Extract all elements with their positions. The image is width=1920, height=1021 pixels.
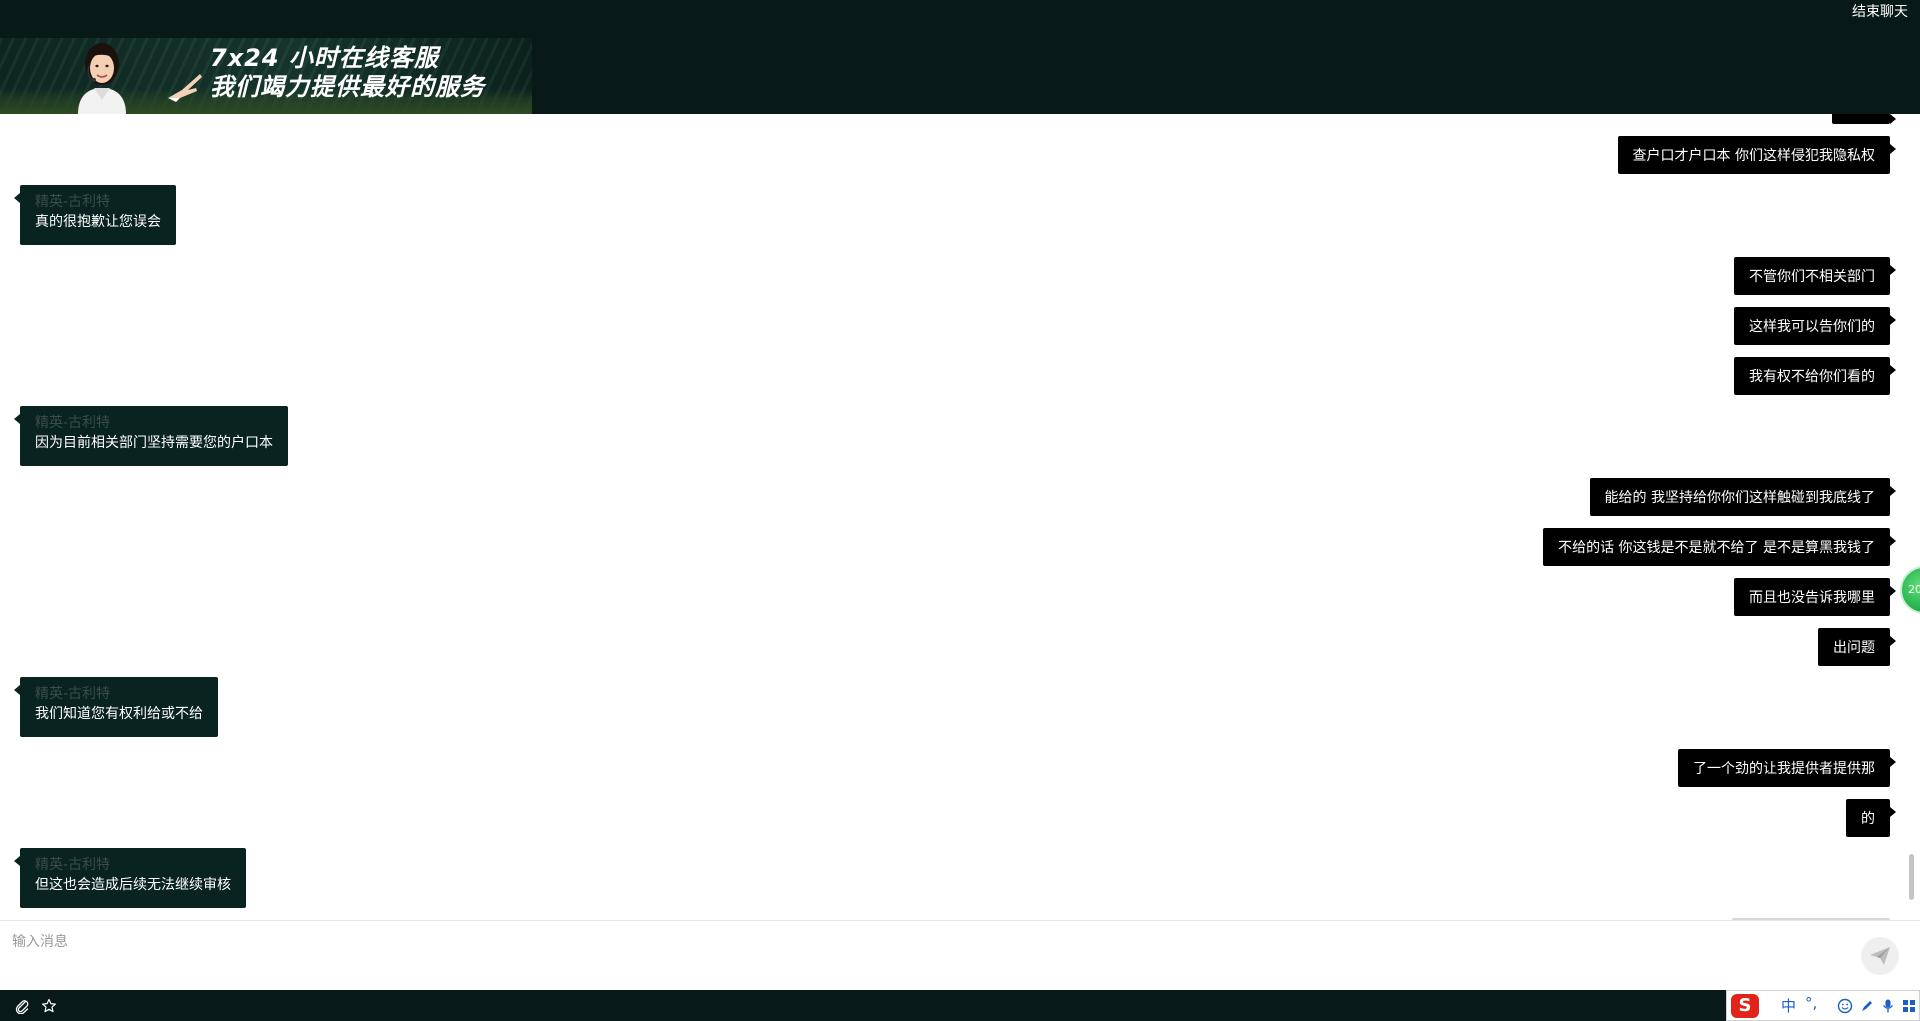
user-message-bubble: 我有权不给你们看的 bbox=[1734, 357, 1896, 395]
user-message-bubble: 不给的话 你这钱是不是就不给了 是不是算黑我钱了 bbox=[1543, 528, 1896, 566]
agent-message-bubble: 精英-古利特 真的很抱歉让您误会 bbox=[14, 185, 176, 245]
chat-scrollbar-thumb[interactable] bbox=[1909, 854, 1914, 900]
unread-count-badge[interactable]: 20 bbox=[1900, 566, 1920, 614]
chat-message-list[interactable]: 查户口才户口本 你们这样侵犯我隐私权 精英-古利特 真的很抱歉让您误会 不管你们… bbox=[0, 114, 1920, 921]
message-input[interactable] bbox=[10, 931, 1840, 953]
ime-mode-toggle[interactable]: 中 bbox=[1781, 997, 1796, 1015]
chat-message: 我有权不给你们看的 bbox=[1734, 357, 1896, 395]
agent-name: 精英-古利特 bbox=[35, 194, 111, 210]
ime-punct-toggle[interactable]: °, bbox=[1805, 994, 1817, 1012]
ime-toolbar[interactable]: S 中 °, bbox=[1726, 990, 1920, 1021]
skin-brush-icon[interactable] bbox=[1859, 998, 1875, 1014]
bottom-toolbar bbox=[0, 990, 1920, 1021]
chat-message: 精英-古利特 真的很抱歉让您误会 bbox=[14, 185, 176, 245]
banner-title: 7x24 小时在线客服 bbox=[210, 44, 439, 72]
chat-message: 能给的 我坚持给你你们这样触碰到我底线了 bbox=[1589, 478, 1897, 516]
chat-message: 查户口才户口本 你们这样侵犯我隐私权 bbox=[1617, 136, 1897, 174]
chat-message: 出问题 bbox=[1818, 628, 1896, 666]
chat-message: 了一个劲的让我提供者提供那 bbox=[1678, 749, 1896, 787]
send-plane-icon bbox=[1870, 947, 1890, 965]
user-message-bubble: 的 bbox=[1846, 799, 1896, 837]
agent-message-text: 我们知道您有权利给或不给 bbox=[35, 706, 203, 722]
agent-name: 精英-古利特 bbox=[35, 686, 111, 702]
microphone-icon[interactable] bbox=[1880, 998, 1896, 1014]
user-message-bubble: 不管你们不相关部门 bbox=[1734, 257, 1896, 295]
chat-header: 7x24 小时在线客服 我们竭力提供最好的服务 结束聊天 bbox=[0, 0, 1920, 114]
agent-avatar bbox=[78, 43, 126, 114]
message-composer bbox=[0, 920, 1920, 990]
paperclip-icon[interactable] bbox=[14, 998, 30, 1014]
chat-message: 的 bbox=[1846, 799, 1896, 837]
agent-name: 精英-古利特 bbox=[35, 857, 111, 873]
chat-message: 精英-古利特 因为目前相关部门坚持需要您的户口本 bbox=[14, 406, 288, 466]
emoji-icon[interactable] bbox=[1837, 998, 1853, 1014]
end-chat-button[interactable]: 结束聊天 bbox=[1852, 3, 1908, 21]
user-message-bubble: 这样我可以告你们的 bbox=[1734, 307, 1896, 345]
banner-subtitle: 我们竭力提供最好的服务 bbox=[210, 73, 485, 101]
agent-message-bubble: 精英-古利特 我们知道您有权利给或不给 bbox=[14, 677, 218, 737]
chat-message: 不给的话 你这钱是不是就不给了 是不是算黑我钱了 bbox=[1543, 528, 1896, 566]
agent-message-bubble: 精英-古利特 但这也会造成后续无法继续审核 bbox=[14, 848, 246, 908]
user-message-bubble: 能给的 我坚持给你你们这样触碰到我底线了 bbox=[1589, 478, 1897, 516]
agent-message-text: 真的很抱歉让您误会 bbox=[35, 214, 161, 230]
chat-message: 这样我可以告你们的 bbox=[1734, 307, 1896, 345]
chat-message: 精英-古利特 我们知道您有权利给或不给 bbox=[14, 677, 218, 737]
agent-message-bubble: 精英-古利特 因为目前相关部门坚持需要您的户口本 bbox=[14, 406, 288, 466]
user-message-bubble bbox=[1832, 114, 1896, 124]
chat-message: 而且也没告诉我哪里 bbox=[1734, 578, 1896, 616]
toolbox-grid-icon[interactable] bbox=[1901, 998, 1917, 1014]
agent-message-text: 因为目前相关部门坚持需要您的户口本 bbox=[35, 435, 273, 451]
chat-message: 精英-古利特 但这也会造成后续无法继续审核 bbox=[14, 848, 246, 908]
user-message-bubble: 查户口才户口本 你们这样侵犯我隐私权 bbox=[1617, 136, 1897, 174]
agent-message-text: 但这也会造成后续无法继续审核 bbox=[35, 877, 231, 893]
chat-message: 不管你们不相关部门 bbox=[1734, 257, 1896, 295]
pointing-hand-icon bbox=[168, 74, 202, 102]
user-message-bubble: 了一个劲的让我提供者提供那 bbox=[1678, 749, 1896, 787]
user-message-bubble: 出问题 bbox=[1818, 628, 1896, 666]
sogou-logo-icon[interactable]: S bbox=[1731, 994, 1759, 1018]
user-message-bubble: 而且也没告诉我哪里 bbox=[1734, 578, 1896, 616]
chat-message-partial bbox=[1832, 114, 1896, 124]
agent-name: 精英-古利特 bbox=[35, 415, 111, 431]
send-button[interactable] bbox=[1861, 937, 1899, 975]
star-icon[interactable] bbox=[41, 998, 57, 1014]
